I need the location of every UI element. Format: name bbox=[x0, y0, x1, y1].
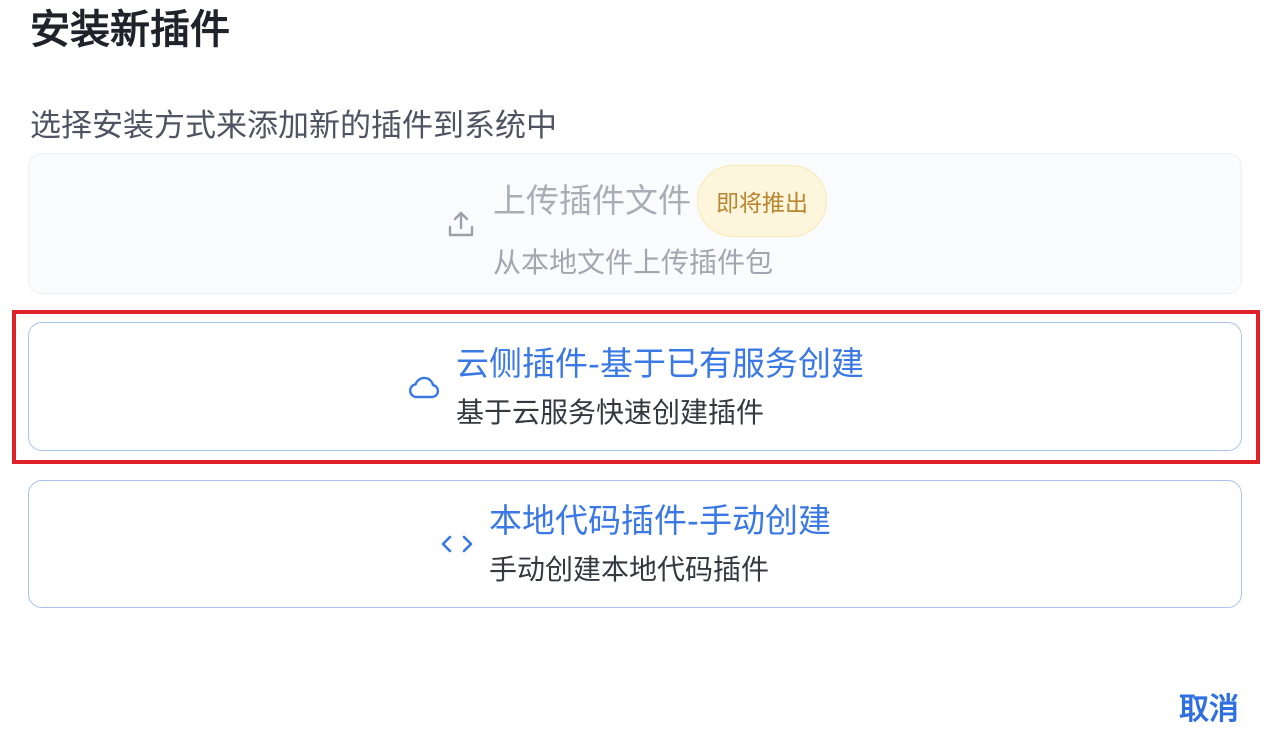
upload-icon bbox=[443, 206, 479, 242]
upload-option-title: 上传插件文件 bbox=[493, 180, 691, 220]
dialog-subtitle: 选择安装方式来添加新的插件到系统中 bbox=[30, 108, 557, 144]
cloud-plugin-option[interactable]: 云侧插件-基于已有服务创建 基于云服务快速创建插件 bbox=[28, 322, 1242, 451]
cloud-option-description: 基于云服务快速创建插件 bbox=[456, 395, 765, 429]
local-code-option-title: 本地代码插件-手动创建 bbox=[489, 501, 831, 540]
code-icon bbox=[439, 526, 475, 562]
upload-option-description: 从本地文件上传插件包 bbox=[493, 245, 774, 279]
cloud-icon bbox=[406, 369, 442, 405]
cloud-option-title: 云侧插件-基于已有服务创建 bbox=[456, 343, 864, 383]
cancel-button[interactable]: 取消 bbox=[1179, 688, 1239, 732]
dialog-title: 安装新插件 bbox=[30, 7, 230, 53]
local-code-option-description: 手动创建本地代码插件 bbox=[489, 553, 770, 586]
upload-plugin-option: 上传插件文件 即将推出 从本地文件上传插件包 bbox=[28, 153, 1242, 294]
local-code-plugin-option[interactable]: 本地代码插件-手动创建 手动创建本地代码插件 bbox=[28, 480, 1242, 608]
install-plugin-dialog: 安装新插件 选择安装方式来添加新的插件到系统中 上传插件文件 即将推出 从本地文… bbox=[0, 0, 1273, 751]
coming-soon-badge: 即将推出 bbox=[697, 164, 827, 237]
